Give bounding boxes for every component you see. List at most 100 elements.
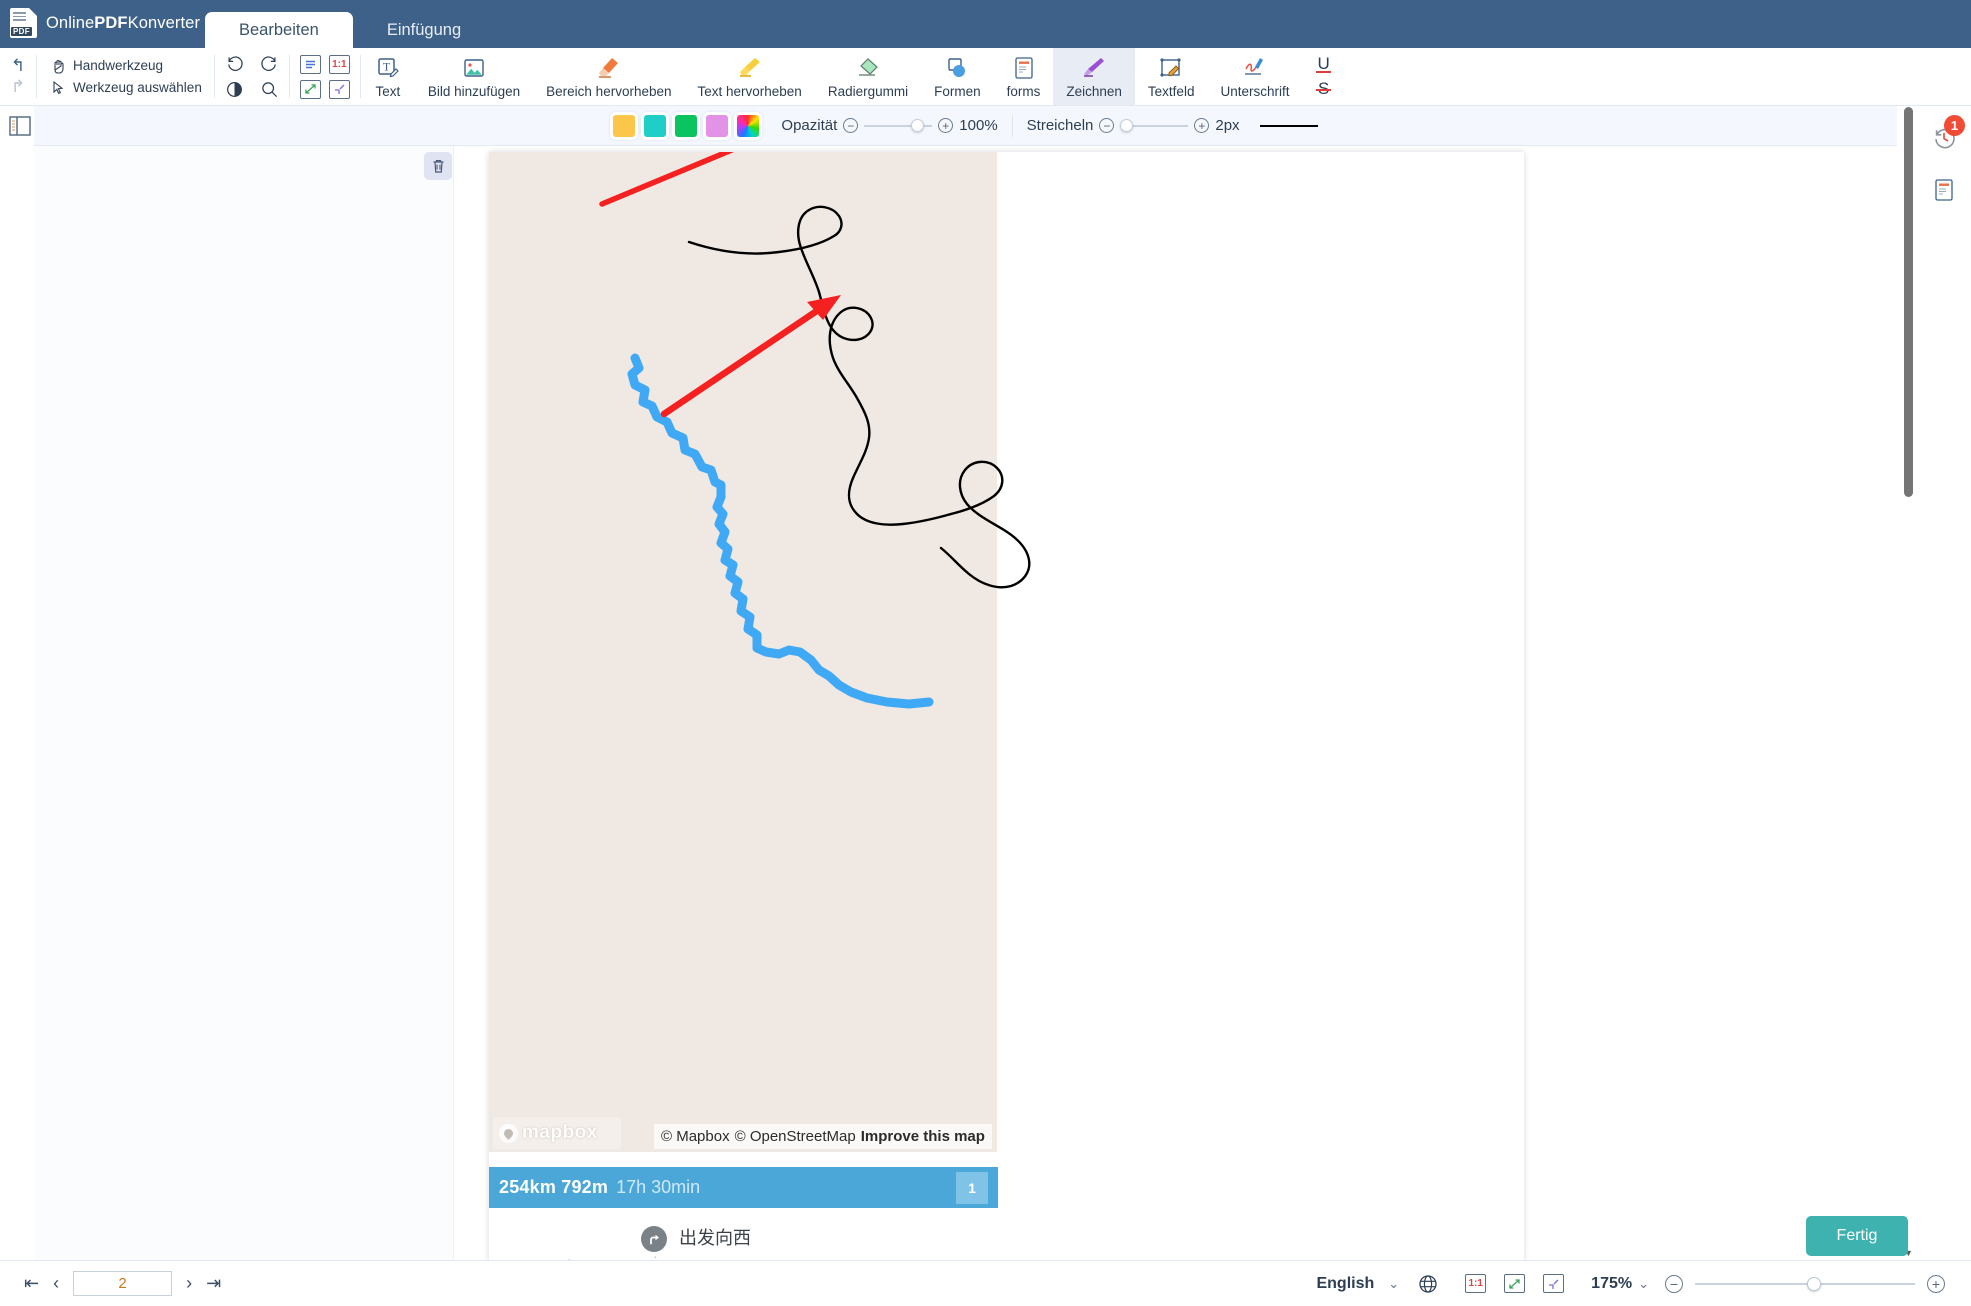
route-badge: 1 xyxy=(956,1171,988,1204)
route-steps: 出发向西 2km 123m ⋮ 直行，驶入黄江大道 1km 275m ⋮⋮ xyxy=(489,1208,998,1260)
stroke-decrease-button[interactable]: − xyxy=(1099,118,1115,133)
strikethrough-button[interactable]: S xyxy=(1315,80,1332,97)
map-image: mapbox © Mapbox © OpenStreetMap Improve … xyxy=(489,152,1524,1260)
zoom-out-button[interactable]: − xyxy=(1665,1274,1683,1293)
map-canvas xyxy=(489,152,1031,1152)
opacity-increase-button[interactable]: + xyxy=(938,118,954,133)
hand-icon xyxy=(54,59,64,74)
scrollbar-thumb[interactable] xyxy=(1904,107,1913,497)
undo-icon[interactable]: ↰ xyxy=(11,57,25,74)
tool-signature[interactable]: Unterschrift xyxy=(1207,48,1302,105)
mapbox-logo[interactable]: mapbox xyxy=(493,1117,621,1149)
rotate-counterclockwise-icon[interactable] xyxy=(225,54,244,73)
main-toolbar: ↰ ↱ Handwerkzeug Werkzeug auswählen 1:1 … xyxy=(0,48,1971,106)
attribution-mapbox[interactable]: © Mapbox xyxy=(661,1128,730,1145)
tool-text-highlight[interactable]: Text hervorheben xyxy=(685,48,815,105)
document-scrollbar[interactable]: ▼ xyxy=(1903,106,1914,1260)
actual-size-button[interactable]: 1:1 xyxy=(328,54,350,74)
tab-bar: Bearbeiten Einfügung xyxy=(205,12,495,48)
route-summary-header: 254km 792m 17h 30min 1 xyxy=(489,1167,998,1208)
redo-icon[interactable]: ↱ xyxy=(11,78,25,95)
fit-width-button[interactable] xyxy=(1543,1274,1565,1293)
pagination-controls: ⇤ ‹ › ⇥ xyxy=(24,1271,221,1296)
history-panel-button[interactable]: 1 xyxy=(1916,112,1971,164)
tool-eraser[interactable]: Radiergummi xyxy=(815,48,921,105)
stroke-value: 2px xyxy=(1215,117,1240,134)
tool-area-highlight[interactable]: Bereich hervorheben xyxy=(533,48,684,105)
magnifier-icon[interactable] xyxy=(260,80,279,99)
area-highlight-icon xyxy=(596,55,622,81)
tool-area-highlight-label: Bereich hervorheben xyxy=(546,84,672,99)
contrast-icon[interactable] xyxy=(225,80,244,99)
tool-shapes[interactable]: Formen xyxy=(921,48,994,105)
last-page-icon[interactable]: ⇥ xyxy=(206,1273,221,1294)
tab-einfuegung[interactable]: Einfügung xyxy=(353,12,495,48)
swatch-teal[interactable] xyxy=(644,114,667,137)
tool-text[interactable]: T Text xyxy=(361,48,415,105)
route-step: 出发向西 2km 123m ⋮ xyxy=(489,1222,998,1260)
underline-button[interactable]: U xyxy=(1316,55,1331,73)
page-number-input[interactable] xyxy=(73,1271,173,1296)
tool-forms[interactable]: forms xyxy=(994,48,1054,105)
opacity-decrease-button[interactable]: − xyxy=(843,118,859,133)
tab-bearbeiten[interactable]: Bearbeiten xyxy=(205,12,353,48)
route-distance: 254km 792m xyxy=(499,1177,609,1197)
tool-textbox[interactable]: Textfeld xyxy=(1135,48,1208,105)
map-attribution: © Mapbox © OpenStreetMap Improve this ma… xyxy=(654,1124,992,1149)
done-button[interactable]: Fertig xyxy=(1806,1216,1908,1256)
text-tool-icon: T xyxy=(376,55,400,81)
stroke-preview xyxy=(1259,124,1318,127)
color-swatches xyxy=(613,114,760,137)
language-label[interactable]: English xyxy=(1316,1275,1374,1293)
language-chevron-down-icon[interactable]: ⌄ xyxy=(1388,1276,1399,1292)
zoom-level-label[interactable]: 175% xyxy=(1591,1275,1632,1293)
zoom-slider[interactable] xyxy=(1695,1276,1915,1291)
app-title: OnlinePDFKonverter xyxy=(46,13,201,32)
attribution-improve-link[interactable]: Improve this map xyxy=(861,1128,985,1145)
add-image-icon xyxy=(462,55,486,81)
globe-icon[interactable] xyxy=(1418,1274,1438,1294)
tool-forms-label: forms xyxy=(1006,84,1041,99)
tool-add-image[interactable]: Bild hinzufügen xyxy=(415,48,533,105)
fit-page-button[interactable] xyxy=(1504,1274,1526,1293)
turn-right-icon xyxy=(641,1226,667,1252)
eraser-icon xyxy=(855,55,881,81)
fit-page-icon[interactable] xyxy=(299,79,321,99)
editing-tools: T Text Bild hinzufügen Bereich hervorheb… xyxy=(361,48,1345,105)
view-mode-group: 1:1 xyxy=(290,48,360,105)
prev-page-icon[interactable]: ‹ xyxy=(53,1273,59,1294)
text-highlight-icon xyxy=(737,55,763,81)
document-page[interactable]: mapbox © Mapbox © OpenStreetMap Improve … xyxy=(489,152,1524,1260)
select-tool[interactable]: Werkzeug auswählen xyxy=(51,80,202,96)
opacity-value: 100% xyxy=(959,117,998,134)
stroke-increase-button[interactable]: + xyxy=(1194,118,1210,133)
zoom-in-button[interactable]: + xyxy=(1927,1274,1945,1293)
tool-signature-label: Unterschrift xyxy=(1220,84,1290,99)
forms-panel-button[interactable] xyxy=(1916,164,1971,216)
next-page-icon[interactable]: › xyxy=(186,1273,192,1294)
actual-size-label: 1:1 xyxy=(1468,1278,1483,1289)
zoom-chevron-down-icon[interactable]: ⌄ xyxy=(1638,1276,1649,1292)
swatch-green[interactable] xyxy=(675,114,698,137)
divider xyxy=(1011,114,1013,137)
delete-annotation-button[interactable] xyxy=(424,152,452,180)
hand-tool[interactable]: Handwerkzeug xyxy=(51,58,202,74)
opacity-slider[interactable] xyxy=(864,118,933,133)
stroke-slider[interactable] xyxy=(1120,118,1189,133)
crop-icon[interactable] xyxy=(328,79,350,99)
actual-size-button[interactable]: 1:1 xyxy=(1465,1274,1487,1293)
fit-width-icon[interactable] xyxy=(299,54,321,74)
rotate-clockwise-icon[interactable] xyxy=(260,54,279,73)
swatch-custom-color-picker[interactable] xyxy=(737,114,760,137)
swatch-yellow[interactable] xyxy=(613,114,636,137)
title-bar: PDF OnlinePDFKonverter Bearbeiten Einfüg… xyxy=(0,0,1971,48)
stroke-label: Streicheln xyxy=(1026,117,1094,134)
attribution-openstreetmap[interactable]: © OpenStreetMap xyxy=(735,1128,856,1145)
tool-draw[interactable]: Zeichnen xyxy=(1053,48,1135,105)
swatch-pink[interactable] xyxy=(706,114,729,137)
forms-icon xyxy=(1012,55,1036,81)
first-page-icon[interactable]: ⇤ xyxy=(24,1273,39,1294)
status-right-controls: English ⌄ 1:1 175% ⌄ − + xyxy=(1316,1274,1945,1294)
signature-icon xyxy=(1242,55,1268,81)
sidebar-toggle-icon[interactable] xyxy=(7,113,33,139)
